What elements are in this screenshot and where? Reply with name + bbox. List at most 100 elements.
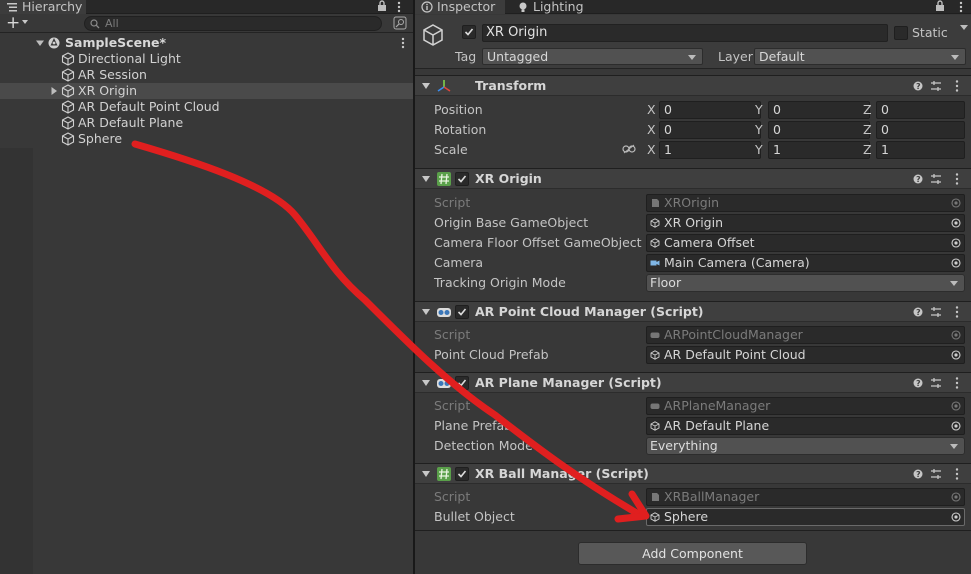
origin-base-value: XR Origin	[664, 215, 724, 230]
scale-y-field[interactable]: 1	[768, 141, 870, 159]
bullet-object-field[interactable]: Sphere	[646, 508, 965, 526]
rotation-z-field[interactable]: 0	[876, 121, 965, 139]
tracking-origin-mode-dropdown[interactable]: Floor	[646, 274, 965, 292]
point-cloud-prefab-field[interactable]: AR Default Point Cloud	[646, 346, 965, 364]
position-x-field[interactable]: 0	[659, 101, 761, 119]
more-icon[interactable]	[959, 1, 963, 13]
more-icon[interactable]	[401, 37, 405, 49]
component-header-buttons[interactable]: ?	[913, 467, 963, 481]
hierarchy-tree: SampleScene* Directional Light AR Sessio…	[0, 35, 413, 147]
chevron-down-icon[interactable]	[22, 20, 28, 24]
component-header-buttons[interactable]: ?	[913, 305, 963, 319]
component-header[interactable]: Transform ?	[415, 76, 971, 96]
component-header-buttons[interactable]: ?	[913, 172, 963, 186]
tag-dropdown[interactable]: Untagged	[482, 48, 703, 65]
axis-y-label: Y	[755, 142, 763, 157]
object-picker-icon[interactable]	[951, 512, 961, 522]
hierarchy-item-sphere[interactable]: Sphere	[0, 131, 413, 147]
rotation-y-field[interactable]: 0	[768, 121, 870, 139]
lock-icon[interactable]	[935, 0, 945, 12]
add-component-button[interactable]: Add Component	[578, 542, 807, 565]
component-header[interactable]: AR Point Cloud Manager (Script) ?	[415, 302, 971, 322]
axis-y-label: Y	[755, 102, 763, 117]
gameobject-cube-icon	[61, 116, 75, 130]
camera-field[interactable]: Main Camera (Camera)	[646, 254, 965, 272]
scene-row[interactable]: SampleScene*	[0, 35, 413, 51]
chevron-right-icon[interactable]	[49, 86, 59, 96]
camera-value: Main Camera (Camera)	[664, 255, 810, 270]
enabled-checkbox[interactable]	[455, 467, 469, 481]
script-value: XRBallManager	[664, 489, 760, 504]
scale-x-field[interactable]: 1	[659, 141, 761, 159]
enabled-checkbox[interactable]	[455, 172, 469, 186]
create-button[interactable]: +	[6, 15, 20, 32]
object-picker-icon[interactable]	[951, 421, 961, 431]
search-icon	[90, 19, 100, 29]
point-cloud-prefab-label: Point Cloud Prefab	[434, 347, 549, 362]
component-header-buttons[interactable]: ?	[913, 79, 963, 93]
tab-label: Hierarchy	[22, 0, 83, 14]
component-header[interactable]: AR Plane Manager (Script) ?	[415, 373, 971, 393]
position-y-field[interactable]: 0	[768, 101, 870, 119]
foldout-arrow[interactable]	[422, 309, 430, 315]
script-field: ARPlaneManager	[646, 397, 965, 415]
checkmark-icon	[464, 28, 474, 36]
active-checkbox[interactable]	[462, 25, 476, 39]
object-picker-icon	[951, 401, 961, 411]
object-picker-icon[interactable]	[951, 218, 961, 228]
tab-lighting[interactable]: Lighting	[511, 0, 591, 14]
hierarchy-item-ar-default-point-cloud[interactable]: AR Default Point Cloud	[0, 99, 413, 115]
layer-dropdown[interactable]: Default	[754, 48, 966, 65]
component-header[interactable]: XR Ball Manager (Script) ?	[415, 464, 971, 484]
more-icon[interactable]	[397, 1, 401, 13]
position-label: Position	[434, 102, 483, 117]
list-item-label: XR Origin	[78, 83, 138, 98]
plane-prefab-field[interactable]: AR Default Plane	[646, 417, 965, 435]
enabled-checkbox[interactable]	[455, 305, 469, 319]
position-z-field[interactable]: 0	[876, 101, 965, 119]
hierarchy-toolbar: + All	[0, 14, 413, 33]
enabled-checkbox[interactable]	[455, 376, 469, 390]
origin-base-label: Origin Base GameObject	[434, 215, 589, 230]
detection-mode-dropdown[interactable]: Everything	[646, 437, 965, 455]
search-input[interactable]: All	[84, 16, 382, 31]
component-header-buttons[interactable]: ?	[913, 376, 963, 390]
camera-floor-offset-field[interactable]: Camera Offset	[646, 234, 965, 252]
origin-base-field[interactable]: XR Origin	[646, 214, 965, 232]
hierarchy-item-xr-origin[interactable]: XR Origin	[0, 83, 413, 99]
script-label: Script	[434, 398, 471, 413]
foldout-arrow[interactable]	[422, 380, 430, 386]
hierarchy-item-ar-session[interactable]: AR Session	[0, 67, 413, 83]
ar-goggles-icon	[650, 403, 660, 409]
static-dropdown-arrow[interactable]	[960, 25, 968, 30]
component-header[interactable]: XR Origin ?	[415, 169, 971, 189]
foldout-arrow[interactable]	[422, 83, 430, 89]
point-cloud-prefab-row: Point Cloud Prefab AR Default Point Clou…	[415, 345, 971, 365]
component-title: Transform	[475, 78, 547, 93]
object-picker-icon[interactable]	[951, 258, 961, 268]
gameobject-cube-icon	[61, 68, 75, 82]
tab-inspector[interactable]: Inspector	[415, 0, 505, 14]
foldout-arrow[interactable]	[422, 176, 430, 182]
rotation-x-field[interactable]: 0	[659, 121, 761, 139]
hierarchy-item-directional-light[interactable]: Directional Light	[0, 51, 413, 67]
hierarchy-item-ar-default-plane[interactable]: AR Default Plane	[0, 115, 413, 131]
search-placeholder: All	[105, 17, 119, 30]
chevron-down-icon[interactable]	[35, 38, 45, 48]
scene-search-icon[interactable]	[393, 16, 407, 30]
script-row: Script XROrigin	[415, 193, 971, 213]
scale-z-field[interactable]: 1	[876, 141, 965, 159]
script-value: ARPlaneManager	[664, 398, 771, 413]
tab-hierarchy[interactable]: Hierarchy	[0, 0, 86, 14]
link-icon[interactable]	[622, 144, 636, 154]
object-name-field[interactable]: XR Origin	[482, 24, 888, 42]
static-checkbox[interactable]	[894, 26, 908, 40]
lock-icon[interactable]	[377, 0, 387, 12]
object-picker-icon[interactable]	[951, 238, 961, 248]
axis-z-label: Z	[863, 122, 872, 137]
tab-label: Inspector	[437, 0, 496, 14]
chevron-down-icon	[951, 55, 959, 60]
object-picker-icon[interactable]	[951, 350, 961, 360]
foldout-arrow[interactable]	[422, 471, 430, 477]
gameobject-cube-icon	[650, 350, 660, 360]
